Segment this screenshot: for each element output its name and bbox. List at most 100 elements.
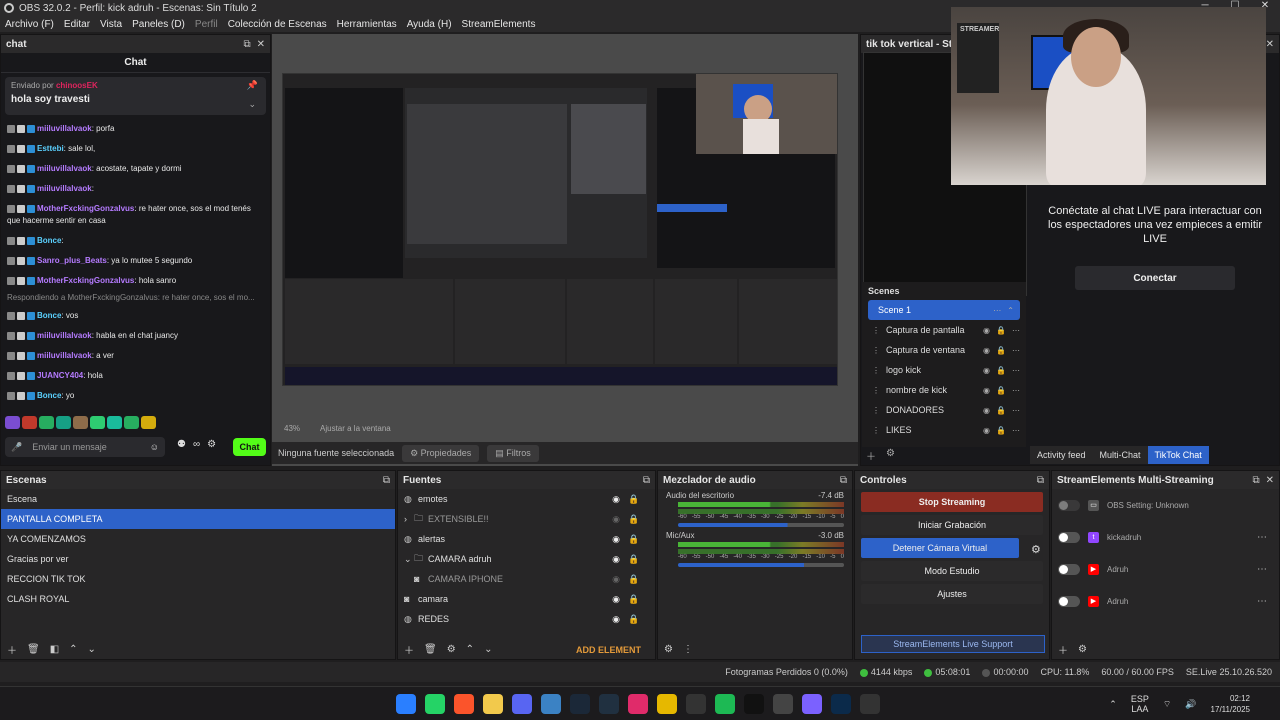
- drag-handle-icon[interactable]: ⋮: [872, 406, 880, 415]
- eye-icon[interactable]: ◉: [983, 326, 990, 335]
- capcut-icon[interactable]: [686, 694, 706, 714]
- pinned-user[interactable]: chinoosEK: [56, 81, 98, 90]
- scene-item[interactable]: PANTALLA COMPLETA: [1, 509, 395, 529]
- source-item[interactable]: › 🗀 EXTENSIBLE!! ◉ 🔒: [398, 509, 655, 529]
- chat-username[interactable]: miiluvillalvaok: [37, 331, 92, 340]
- tiktok-source-item[interactable]: ⋮ logo kick ◉ 🔒 ⋯: [862, 360, 1026, 380]
- scene-item[interactable]: RECCION TIK TOK: [1, 569, 395, 589]
- lock-icon[interactable]: 🔒: [996, 346, 1006, 355]
- volume-icon[interactable]: 🔊: [1185, 699, 1196, 710]
- gear-icon[interactable]: ⚙: [664, 644, 673, 655]
- chat-username[interactable]: miiluvillalvaok: [37, 164, 92, 173]
- eye-icon[interactable]: ◉: [983, 386, 990, 395]
- undock-icon[interactable]: ⧉: [243, 39, 250, 50]
- chat-username[interactable]: miiluvillalvaok: [37, 351, 92, 360]
- eye-icon[interactable]: ◉: [607, 534, 625, 545]
- arrow-up-icon[interactable]: ⌃: [466, 644, 474, 655]
- gear-icon[interactable]: ⚙: [1078, 644, 1087, 655]
- brave-icon[interactable]: [454, 694, 474, 714]
- source-item[interactable]: ◍ emotes ◉ 🔒: [398, 489, 655, 509]
- lock-icon[interactable]: 🔒: [996, 386, 1006, 395]
- virtual-camera-settings-icon[interactable]: ⚙: [1031, 543, 1041, 556]
- lock-icon[interactable]: 🔒: [625, 534, 643, 545]
- pin-icon[interactable]: 📌: [247, 80, 258, 91]
- expand-icon[interactable]: ›: [404, 514, 414, 524]
- emote-icon[interactable]: [22, 416, 37, 429]
- source-item[interactable]: ◍ alertas ◉ 🔒: [398, 529, 655, 549]
- filters-button[interactable]: ▤ Filtros: [487, 444, 539, 462]
- emote-icon[interactable]: [107, 416, 122, 429]
- tab-multi-chat[interactable]: Multi-Chat: [1092, 446, 1148, 464]
- tiktok-source-item[interactable]: ⋮ LIKES ◉ 🔒 ⋯: [862, 420, 1026, 440]
- undock-icon[interactable]: ⧉: [1037, 475, 1044, 486]
- whatsapp-icon[interactable]: [425, 694, 445, 714]
- streamelements-support-button[interactable]: StreamElements Live Support: [861, 635, 1045, 653]
- emoji-icon[interactable]: ☺: [150, 442, 159, 452]
- emote-icon[interactable]: [39, 416, 54, 429]
- emote-icon[interactable]: [73, 416, 88, 429]
- close-icon[interactable]: ✕: [1266, 39, 1274, 50]
- close-icon[interactable]: ✕: [1266, 475, 1274, 486]
- drag-handle-icon[interactable]: ⋮: [872, 366, 880, 375]
- eye-icon[interactable]: ◉: [983, 366, 990, 375]
- emote-icon[interactable]: [56, 416, 71, 429]
- app-icon[interactable]: [802, 694, 822, 714]
- tiktok-source-item[interactable]: ⋮ Captura de pantalla ◉ 🔒 ⋯: [862, 320, 1026, 340]
- chat-username[interactable]: Bonce: [37, 236, 61, 245]
- chat-username[interactable]: Sanro_plus_Beats: [37, 256, 107, 265]
- steam-icon[interactable]: [570, 694, 590, 714]
- lock-icon[interactable]: 🔒: [625, 514, 643, 525]
- emote-icon[interactable]: [124, 416, 139, 429]
- more-icon[interactable]: ⋮: [683, 644, 693, 655]
- toggle-switch[interactable]: [1058, 563, 1080, 575]
- tiktok-icon[interactable]: [744, 694, 764, 714]
- more-icon[interactable]: ⋯: [1012, 366, 1020, 375]
- lock-icon[interactable]: 🔒: [625, 594, 643, 605]
- lock-icon[interactable]: 🔒: [996, 326, 1006, 335]
- chat-username[interactable]: miiluvillalvaok: [37, 184, 92, 193]
- menu-item[interactable]: Ayuda (H): [402, 19, 457, 30]
- scene-item[interactable]: Escena: [1, 489, 395, 509]
- stop-streaming-button[interactable]: Stop Streaming: [861, 492, 1043, 512]
- eye-icon[interactable]: ◉: [607, 494, 625, 505]
- eye-icon[interactable]: ◉: [983, 406, 990, 415]
- lock-icon[interactable]: 🔒: [996, 426, 1006, 435]
- chat-input[interactable]: 🎤 Enviar un mensaje ☺: [5, 437, 165, 457]
- clock[interactable]: 02:12 17/11/2025: [1211, 693, 1250, 715]
- gear-icon[interactable]: ⚙: [447, 644, 456, 655]
- undock-icon[interactable]: ⧉: [1252, 475, 1259, 486]
- lock-icon[interactable]: 🔒: [996, 406, 1006, 415]
- users-icon[interactable]: ⚉: [177, 439, 186, 450]
- expand-icon[interactable]: ⌄: [404, 554, 414, 565]
- lock-icon[interactable]: 🔒: [625, 574, 643, 585]
- chat-username[interactable]: miiluvillalvaok: [37, 124, 92, 133]
- toggle-switch[interactable]: [1058, 499, 1080, 511]
- eye-icon[interactable]: ◉: [607, 514, 625, 525]
- menu-item[interactable]: Herramientas: [332, 19, 402, 30]
- drag-handle-icon[interactable]: ⋮: [872, 426, 880, 435]
- add-icon[interactable]: ＋: [7, 642, 17, 657]
- emote-icon[interactable]: [5, 416, 20, 429]
- chat-username[interactable]: Bonce: [37, 311, 61, 320]
- scene-item[interactable]: YA COMENZAMOS: [1, 529, 395, 549]
- trash-icon[interactable]: 🗑: [424, 644, 437, 655]
- eye-icon[interactable]: ◉: [983, 426, 990, 435]
- menu-item[interactable]: Archivo (F): [0, 19, 59, 30]
- volume-fader[interactable]: [678, 523, 844, 527]
- menu-item[interactable]: Paneles (D): [127, 19, 190, 30]
- lock-icon[interactable]: 🔒: [625, 554, 643, 565]
- eye-icon[interactable]: ◉: [607, 574, 625, 585]
- lock-icon[interactable]: 🔒: [625, 614, 643, 625]
- chat-username[interactable]: JUANCY404: [37, 371, 83, 380]
- start-icon[interactable]: [396, 694, 416, 714]
- menu-item[interactable]: StreamElements: [457, 19, 541, 30]
- tiktok-source-item[interactable]: ⋮ nombre de kick ◉ 🔒 ⋯: [862, 380, 1026, 400]
- scene-item[interactable]: CLASH ROYAL: [1, 589, 395, 609]
- filter-icon[interactable]: ◧: [50, 644, 59, 655]
- eye-icon[interactable]: ◉: [607, 594, 625, 605]
- undock-icon[interactable]: ⧉: [643, 475, 650, 486]
- settings-button[interactable]: Ajustes: [861, 584, 1043, 604]
- more-icon[interactable]: ⋯: [1257, 532, 1267, 543]
- zoom-level[interactable]: 43%: [284, 424, 300, 433]
- eye-icon[interactable]: ◉: [607, 614, 625, 625]
